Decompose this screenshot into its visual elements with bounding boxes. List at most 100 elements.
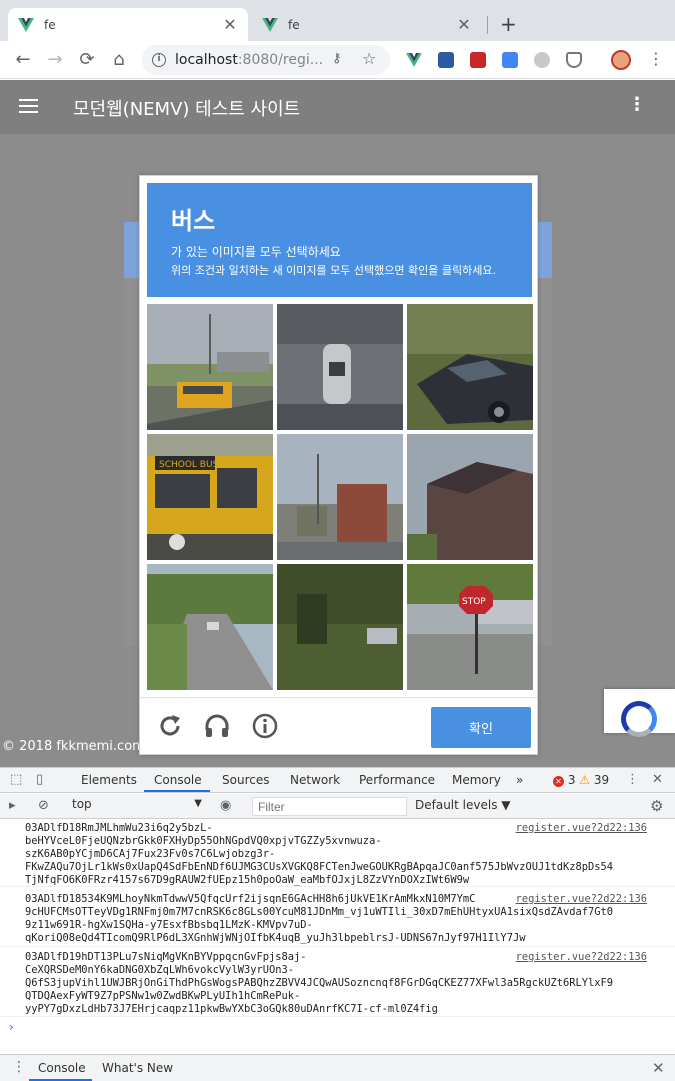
school-bus-text: SCHOOL BUS [159, 460, 219, 470]
clear-console-icon[interactable]: ⊘ [38, 798, 49, 813]
help-info-icon[interactable] [251, 712, 279, 740]
bookmark-star-icon[interactable]: ☆ [362, 49, 376, 68]
console-message: register.vue?2d22:136 03ADlfD19hDT13PLu7… [0, 949, 675, 1017]
more-tabs-button[interactable]: » [516, 773, 523, 787]
devtools-drawer: ⋮ Console What's New ✕ [0, 1054, 675, 1081]
challenge-object: 버스 [171, 207, 216, 235]
home-button[interactable]: ⌂ [108, 49, 130, 70]
url-path: :8080/regi... [237, 52, 324, 68]
key-icon[interactable]: ⚷ [332, 51, 342, 66]
app-bar: 모던웹(NEMV) 테스트 사이트 ⋮ [0, 80, 675, 134]
drawer-tab-console[interactable]: Console [38, 1061, 86, 1075]
console-message: register.vue?2d22:136 03ADlfD18534K9MLho… [0, 891, 675, 947]
app-title: 모던웹(NEMV) 테스트 사이트 [73, 99, 301, 120]
reload-button[interactable]: ⟳ [76, 49, 98, 70]
challenge-footer: 확인 [140, 697, 537, 754]
image-grid: SCHOOL BUS STOP [147, 304, 533, 690]
school-bus-image: SCHOOL BUS [147, 434, 273, 560]
tab-network[interactable]: Network [290, 773, 340, 787]
message-source-link[interactable]: register.vue?2d22:136 [516, 951, 647, 964]
devtools-close-icon[interactable]: ✕ [652, 772, 663, 787]
browser-toolbar: ← → ⟳ ⌂ i localhost:8080/regi... ⚷ ☆ ⋮ [0, 41, 675, 79]
image-tile[interactable] [407, 434, 533, 560]
drawer-menu-icon[interactable]: ⋮ [12, 1059, 26, 1075]
shield-extension-icon[interactable] [566, 52, 582, 68]
browser-tab-active[interactable]: fe ✕ [8, 8, 248, 41]
gray-extension-icon[interactable] [534, 52, 550, 68]
device-toolbar-icon[interactable]: ▯ [36, 772, 43, 787]
site-info-icon[interactable]: i [152, 53, 166, 67]
message-source-link[interactable]: register.vue?2d22:136 [516, 822, 647, 835]
error-icon: ✕ [553, 776, 564, 787]
image-tile[interactable] [407, 304, 533, 430]
url-host: localhost [175, 52, 238, 68]
drawer-tab-whats-new[interactable]: What's New [102, 1061, 173, 1075]
verify-button[interactable]: 확인 [431, 707, 531, 748]
audio-challenge-icon[interactable] [203, 712, 231, 740]
forward-button[interactable]: → [44, 49, 66, 70]
devtools-panel: ⬚ ▯ Elements Console Sources Network Per… [0, 767, 675, 1081]
tab-title: fe [44, 17, 56, 32]
show-sidebar-icon[interactable]: ▸ [9, 798, 16, 813]
console-settings-gear-icon[interactable]: ⚙ [650, 797, 663, 815]
profile-avatar[interactable] [611, 50, 631, 70]
challenge-header: 버스 가 있는 이미지를 모두 선택하세요 위의 조건과 일치하는 새 이미지를… [147, 183, 532, 297]
devtools-tab-bar: ⬚ ▯ Elements Console Sources Network Per… [0, 768, 675, 793]
new-tab-button[interactable]: + [500, 12, 517, 36]
browser-tab-inactive[interactable]: fe ✕ [252, 8, 482, 41]
url-text[interactable]: localhost:8080/regi... [175, 52, 323, 68]
hamburger-menu-icon[interactable] [19, 99, 38, 113]
back-button[interactable]: ← [12, 49, 34, 70]
image-tile[interactable]: STOP [407, 564, 533, 690]
context-value: top [72, 797, 92, 811]
challenge-sub-instruction: 위의 조건과 일치하는 새 이미지를 모두 선택했으면 확인을 클릭하세요. [171, 264, 496, 277]
translate-extension-icon[interactable] [502, 52, 518, 68]
context-selector[interactable]: top ▼ [69, 797, 204, 815]
image-tile[interactable] [147, 564, 273, 690]
tab-elements[interactable]: Elements [81, 773, 137, 787]
vue-devtools-extension-icon[interactable] [406, 52, 422, 68]
chevron-down-icon: ▼ [194, 798, 202, 809]
reload-challenge-icon[interactable] [156, 712, 184, 740]
address-bar[interactable]: i localhost:8080/regi... ⚷ ☆ [142, 45, 390, 75]
image-tile[interactable]: SCHOOL BUS [147, 434, 273, 560]
image-tile[interactable] [277, 304, 403, 430]
vue-logo-icon [262, 17, 278, 32]
drawer-close-icon[interactable]: ✕ [652, 1059, 665, 1077]
tab-close-icon[interactable]: ✕ [456, 15, 472, 34]
error-count: 3 [567, 773, 576, 787]
house-roof-image [407, 434, 533, 560]
live-expression-eye-icon[interactable]: ◉ [220, 798, 231, 813]
street-buildings-image [277, 434, 403, 560]
bus-road-image [147, 304, 273, 430]
inspect-element-icon[interactable]: ⬚ [10, 772, 22, 787]
image-tile[interactable] [277, 434, 403, 560]
tab-console[interactable]: Console [154, 773, 202, 787]
tab-performance[interactable]: Performance [359, 773, 435, 787]
trees-car-image [277, 564, 403, 690]
image-tile[interactable] [277, 564, 403, 690]
challenge-instruction: 가 있는 이미지를 모두 선택하세요 [171, 245, 341, 259]
browser-tab-bar: fe ✕ fe ✕ + [0, 0, 675, 41]
winding-road-image [147, 564, 273, 690]
issue-counter[interactable]: ✕ 3 ⚠ 39 [553, 773, 609, 787]
devtools-menu-icon[interactable]: ⋮ [626, 772, 639, 787]
tab-close-icon[interactable]: ✕ [222, 15, 238, 34]
tab-sources[interactable]: Sources [222, 773, 269, 787]
recaptcha-logo-icon [621, 701, 657, 737]
red-extension-icon[interactable] [470, 52, 486, 68]
browser-menu-icon[interactable]: ⋮ [648, 49, 664, 68]
recaptcha-badge[interactable] [604, 689, 675, 737]
log-levels-dropdown[interactable]: Default levels ▼ [415, 798, 511, 812]
console-filter-input[interactable] [252, 797, 407, 816]
active-tab-indicator [144, 790, 210, 792]
parked-car-image [407, 304, 533, 430]
console-prompt-icon[interactable]: › [9, 1020, 14, 1034]
image-tile[interactable] [147, 304, 273, 430]
download-extension-icon[interactable] [438, 52, 454, 68]
tab-title: fe [288, 17, 300, 32]
tab-memory[interactable]: Memory [452, 773, 501, 787]
message-source-link[interactable]: register.vue?2d22:136 [516, 893, 647, 906]
app-more-icon[interactable]: ⋮ [628, 94, 646, 115]
stop-sign-text: STOP [462, 597, 486, 607]
